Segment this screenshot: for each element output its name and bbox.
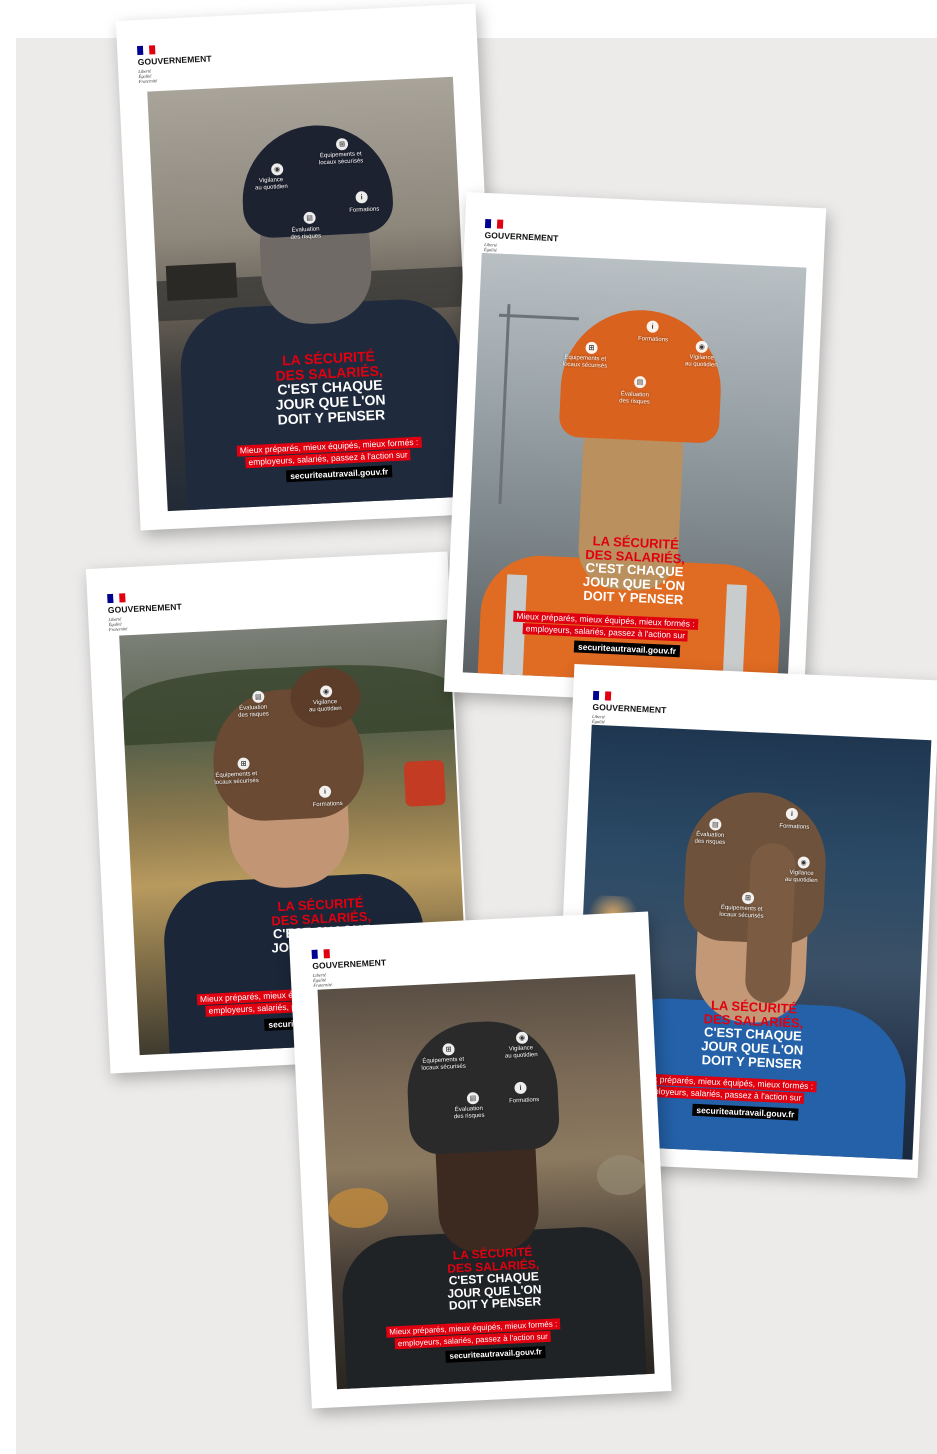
government-logo: GOUVERNEMENT LibertéÉgalitéFraternité <box>311 946 388 988</box>
slogan: LA SÉCURITÉ DES SALARIÉS, C'EST CHAQUE J… <box>446 1244 542 1314</box>
poster-photo: ⊞ Équipements et locaux sécurisés ◉ Vigil… <box>317 974 655 1390</box>
poster-photo: ⊞ Équipements et locaux sécurisés ◉ Vigil… <box>147 76 474 512</box>
government-logo: GOUVERNEMENT LibertéÉgalitéFraternité <box>137 42 213 84</box>
french-flag-icon <box>107 593 126 604</box>
french-flag-icon <box>311 949 330 959</box>
french-flag-icon <box>484 218 504 229</box>
french-flag-icon <box>137 45 156 56</box>
motto: LibertéÉgalitéFraternité <box>138 68 158 85</box>
slogan: LA SÉCURITÉ DES SALARIÉS, C'EST CHAQUE J… <box>582 533 686 607</box>
motto: LibertéÉgalitéFraternité <box>312 972 332 988</box>
poster-photo: i Formations ◉ Vigilance au quotidien ⊞ É… <box>462 252 807 688</box>
french-flag-icon <box>592 690 612 701</box>
motto: LibertéÉgalitéFraternité <box>108 616 128 633</box>
slogan: LA SÉCURITÉ DES SALARIÉS, C'EST CHAQUE J… <box>700 997 804 1072</box>
poster-kitchen-worker: GOUVERNEMENT Liberté Égalité Fraternité ⊞ … <box>288 911 672 1409</box>
chef-cap <box>404 1018 561 1156</box>
slogan: LA SÉCURITÉ DES SALARIÉS, C'EST CHAQUE J… <box>275 347 386 428</box>
poster-hardhat-worker: GOUVERNEMENT LibertéÉgalitéFraternité i … <box>443 192 827 708</box>
poster-cap-worker: GOUVERNEMENT Liberté Égalité Fraternité ⊞ … <box>115 3 501 531</box>
hard-hat <box>558 306 725 444</box>
government-logo: GOUVERNEMENT LibertéÉgalitéFraternité <box>107 591 183 633</box>
